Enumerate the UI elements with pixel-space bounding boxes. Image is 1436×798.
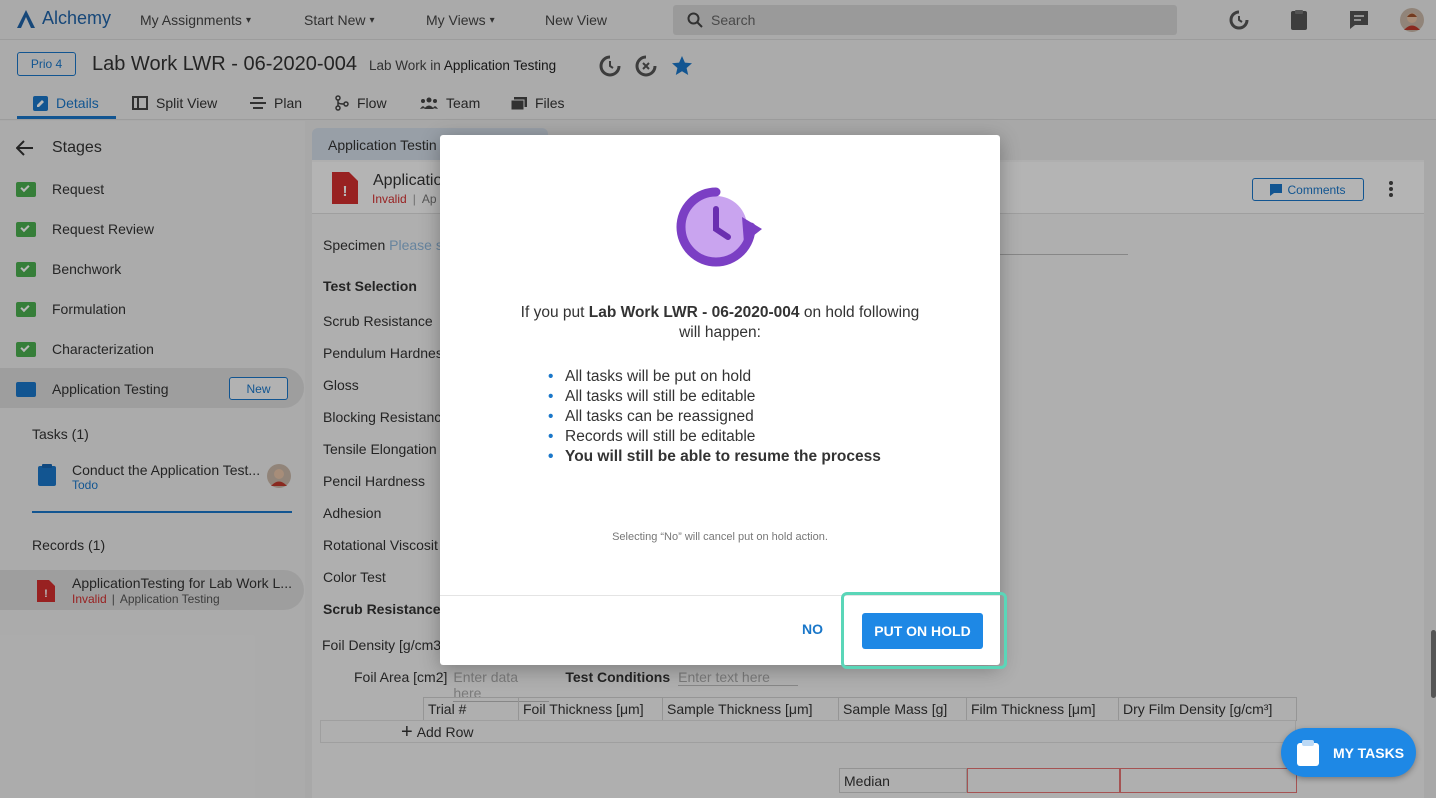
list-item: All tasks will be put on hold xyxy=(548,367,881,387)
my-tasks-label: MY TASKS xyxy=(1333,744,1405,761)
on-hold-clock-icon xyxy=(674,183,766,273)
consequences-list: All tasks will be put on hold All tasks … xyxy=(548,367,881,467)
action-highlight-frame xyxy=(841,592,1007,669)
message-record-name: Lab Work LWR - 06-2020-004 xyxy=(588,304,800,321)
list-item: All tasks can be reassigned xyxy=(548,407,881,427)
message-prefix: If you put xyxy=(520,304,585,321)
list-item: You will still be able to resume the pro… xyxy=(548,447,881,467)
list-item: All tasks will still be editable xyxy=(548,387,881,407)
page-scrollbar[interactable] xyxy=(1431,630,1436,698)
dialog-note: Selecting “No” will cancel put on hold a… xyxy=(612,531,828,543)
no-button[interactable]: NO xyxy=(802,621,823,637)
put-on-hold-dialog: If you put Lab Work LWR - 06-2020-004 on… xyxy=(440,135,1000,665)
list-item: Records will still be editable xyxy=(548,427,881,447)
my-tasks-button[interactable]: MY TASKS xyxy=(1281,728,1416,777)
clipboard-icon xyxy=(1297,739,1319,766)
dialog-message: If you put Lab Work LWR - 06-2020-004 on… xyxy=(440,303,1000,343)
